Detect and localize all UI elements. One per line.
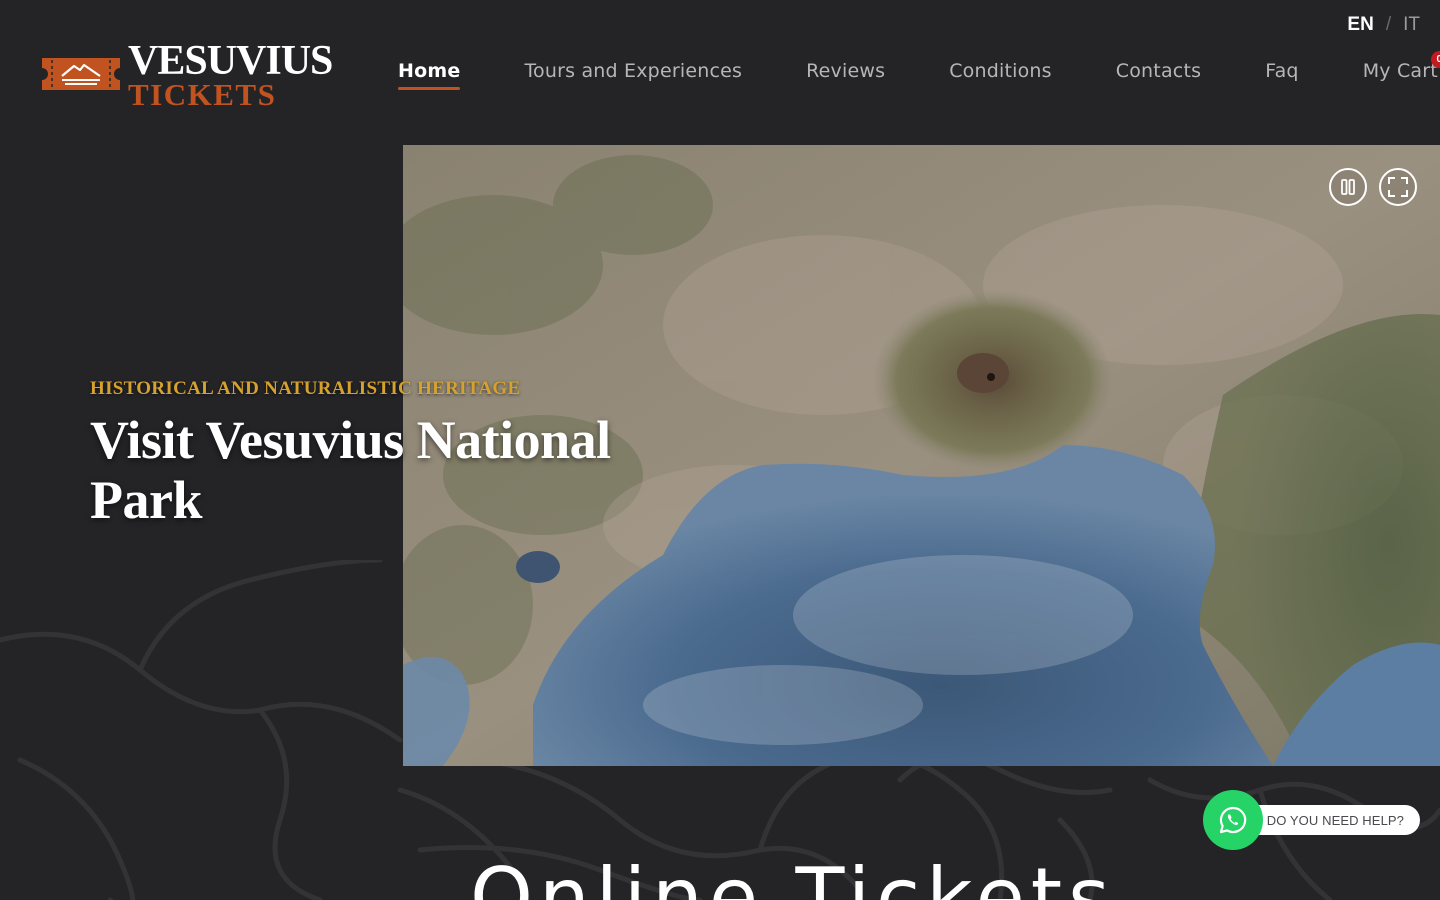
ticket-mountain-icon <box>42 58 120 90</box>
nav-faq[interactable]: Faq <box>1265 60 1299 82</box>
language-separator: / <box>1385 14 1392 35</box>
help-widget[interactable]: DO YOU NEED HELP? <box>1203 790 1420 850</box>
logo-word-vesuvius: VESUVIUS <box>128 38 333 84</box>
whatsapp-icon <box>1219 806 1247 834</box>
language-en[interactable]: EN <box>1347 14 1373 36</box>
language-it[interactable]: IT <box>1403 14 1420 36</box>
nav-my-cart[interactable]: My Cart 0 <box>1362 51 1440 82</box>
pause-icon <box>1341 179 1355 195</box>
hero-eyebrow: HISTORICAL AND NATURALISTIC HERITAGE <box>90 378 521 399</box>
logo-text: VESUVIUS TICKETS <box>128 38 333 110</box>
nav-conditions[interactable]: Conditions <box>949 60 1052 82</box>
fullscreen-button[interactable] <box>1379 168 1417 206</box>
nav-tours-and-experiences[interactable]: Tours and Experiences <box>524 60 742 82</box>
pause-button[interactable] <box>1329 168 1367 206</box>
language-switcher: EN / IT <box>1347 14 1420 36</box>
nav-reviews[interactable]: Reviews <box>806 60 885 82</box>
section-heading-online-tickets: Online Tickets <box>470 851 1116 900</box>
site-logo[interactable]: VESUVIUS TICKETS <box>38 40 338 110</box>
nav-home[interactable]: Home <box>398 60 461 90</box>
nav-contacts[interactable]: Contacts <box>1116 60 1201 82</box>
hero-text-block: HISTORICAL AND NATURALISTIC HERITAGE Vis… <box>90 378 710 530</box>
hero-title: Visit Vesuvius National Park <box>90 410 611 530</box>
whatsapp-button[interactable] <box>1203 790 1263 850</box>
main-navigation: Home Tours and Experiences Reviews Condi… <box>398 51 1440 90</box>
cart-label: My Cart <box>1362 60 1438 82</box>
fullscreen-icon <box>1388 177 1408 197</box>
